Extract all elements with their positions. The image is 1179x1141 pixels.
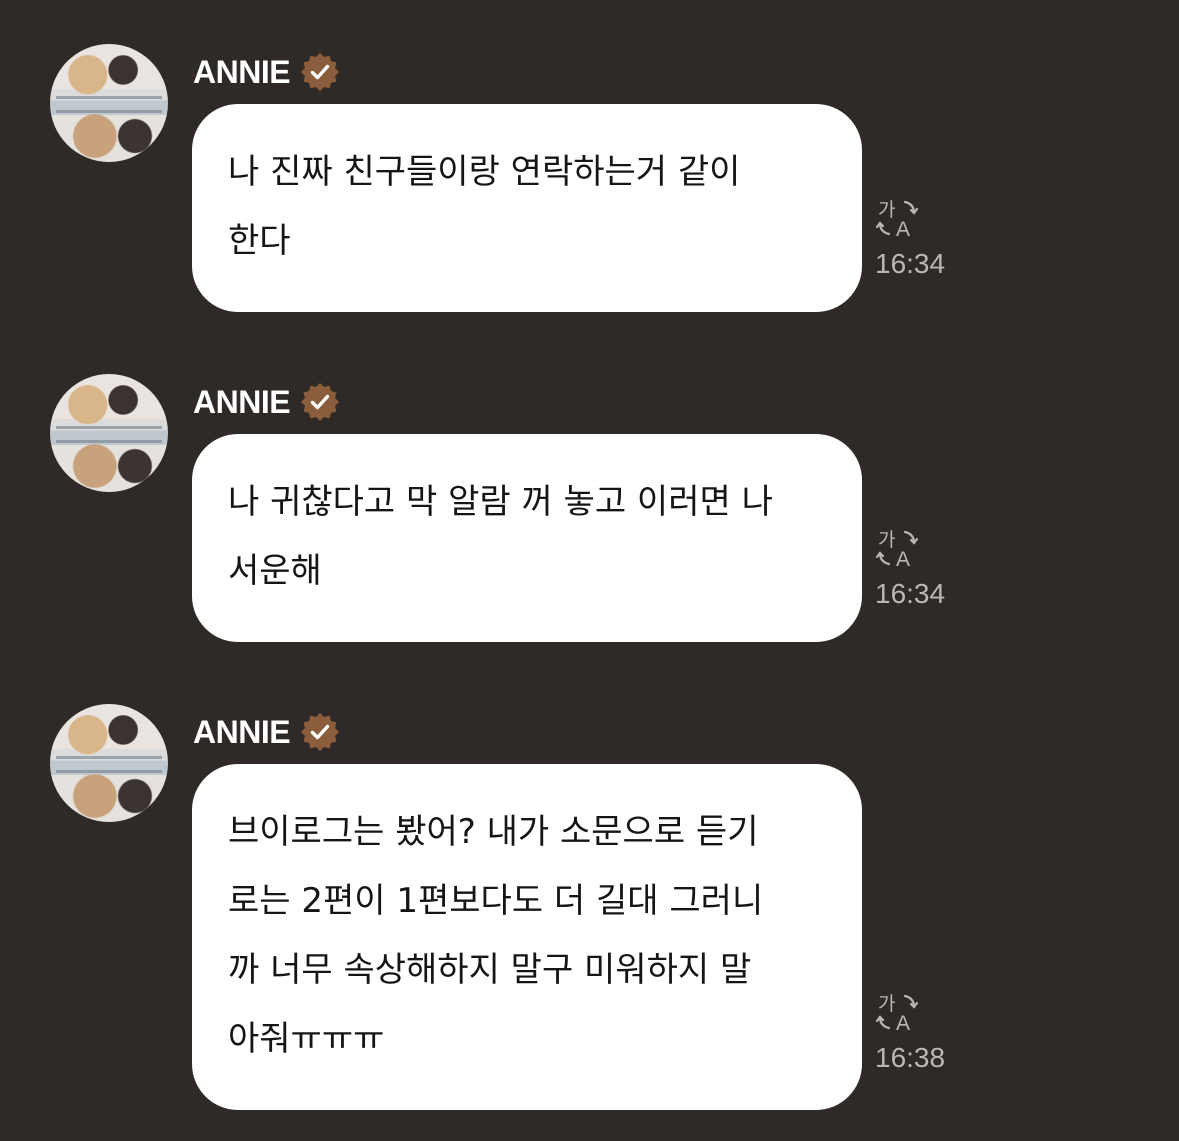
verified-badge-icon bbox=[301, 383, 340, 421]
svg-text:가: 가 bbox=[878, 993, 895, 1015]
sender-row: ANNIE bbox=[193, 50, 342, 94]
message-item: ANNIE 나 귀찮다고 막 알람 꺼 놓고 이러면 나 서운해 가 A 16:… bbox=[0, 330, 1179, 660]
message-meta: 가 A 16:38 bbox=[875, 990, 965, 1074]
message-item: ANNIE 나 진짜 친구들이랑 연락하는거 같이 한다 가 A 16:34 bbox=[0, 0, 1179, 330]
svg-text:A: A bbox=[896, 218, 910, 240]
sender-name[interactable]: ANNIE bbox=[193, 54, 291, 91]
sender-row: ANNIE bbox=[193, 710, 342, 754]
message-meta: 가 A 16:34 bbox=[875, 196, 965, 280]
message-bubble[interactable]: 브이로그는 봤어? 내가 소문으로 듣기 로는 2편이 1편보다도 더 길대 그… bbox=[192, 764, 862, 1110]
verified-badge-icon bbox=[301, 713, 340, 751]
message-timestamp: 16:38 bbox=[875, 1042, 946, 1073]
sender-name[interactable]: ANNIE bbox=[193, 714, 291, 751]
verified-badge-icon bbox=[301, 53, 340, 91]
translate-icon[interactable]: 가 A bbox=[875, 526, 919, 570]
svg-text:A: A bbox=[896, 1012, 910, 1034]
translate-icon[interactable]: 가 A bbox=[875, 990, 919, 1034]
avatar[interactable] bbox=[50, 44, 168, 162]
avatar[interactable] bbox=[50, 704, 168, 822]
svg-text:가: 가 bbox=[878, 199, 895, 221]
message-meta: 가 A 16:34 bbox=[875, 526, 965, 610]
message-bubble[interactable]: 나 귀찮다고 막 알람 꺼 놓고 이러면 나 서운해 bbox=[192, 434, 862, 642]
chat-screen: ANNIE 나 진짜 친구들이랑 연락하는거 같이 한다 가 A 16:34 A… bbox=[0, 0, 1179, 1141]
message-timestamp: 16:34 bbox=[875, 578, 946, 609]
avatar[interactable] bbox=[50, 374, 168, 492]
svg-text:A: A bbox=[896, 548, 910, 570]
message-item: ANNIE 브이로그는 봤어? 내가 소문으로 듣기 로는 2편이 1편보다도 … bbox=[0, 660, 1179, 1141]
svg-text:가: 가 bbox=[878, 529, 895, 551]
sender-name[interactable]: ANNIE bbox=[193, 384, 291, 421]
message-bubble[interactable]: 나 진짜 친구들이랑 연락하는거 같이 한다 bbox=[192, 104, 862, 312]
translate-icon[interactable]: 가 A bbox=[875, 196, 919, 240]
message-timestamp: 16:34 bbox=[875, 248, 946, 279]
sender-row: ANNIE bbox=[193, 380, 342, 424]
